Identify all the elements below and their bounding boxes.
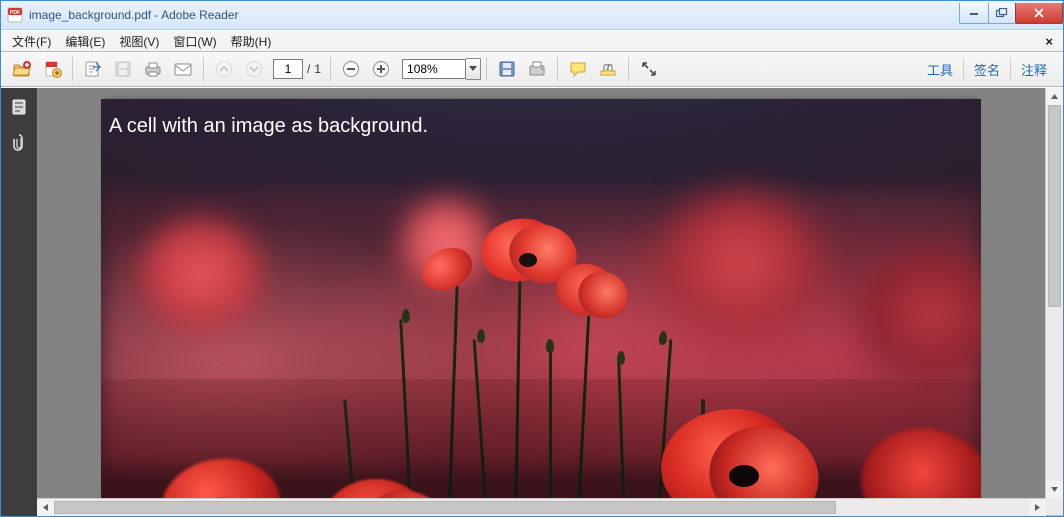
scroll-right-arrow-icon[interactable] [1029, 499, 1046, 516]
scroll-corner [1046, 498, 1063, 515]
nav-sidebar [1, 88, 37, 516]
window-title: image_background.pdf - Adobe Reader [29, 8, 238, 22]
svg-text:T: T [606, 63, 611, 72]
horizontal-scrollbar[interactable] [37, 498, 1046, 516]
menu-edit[interactable]: 编辑(E) [58, 32, 112, 51]
export-button[interactable] [79, 55, 107, 83]
menubar: 文件(F) 编辑(E) 视图(V) 窗口(W) 帮助(H) × [1, 30, 1063, 52]
image-caption: A cell with an image as background. [109, 115, 428, 138]
window-controls [960, 3, 1063, 23]
app-window: PDF image_background.pdf - Adobe Reader … [0, 0, 1064, 517]
menu-help[interactable]: 帮助(H) [224, 32, 279, 51]
zoom-dropdown-button[interactable] [466, 58, 481, 80]
scroll-left-arrow-icon[interactable] [37, 499, 54, 516]
tools-panel-link[interactable]: 工具 [917, 56, 963, 83]
zoom-value: 108% [407, 62, 438, 76]
menu-file[interactable]: 文件(F) [5, 32, 58, 51]
read-mode-button[interactable] [635, 55, 663, 83]
attachments-tab[interactable] [6, 130, 32, 156]
background-image: A cell with an image as background. [101, 99, 981, 498]
titlebar: PDF image_background.pdf - Adobe Reader [1, 1, 1063, 30]
minimize-button[interactable] [959, 3, 989, 24]
page-up-button[interactable] [210, 55, 238, 83]
close-button[interactable] [1015, 3, 1063, 24]
print-button[interactable] [139, 55, 167, 83]
hscroll-track[interactable] [54, 499, 1029, 516]
vscroll-track[interactable] [1046, 105, 1063, 481]
document-viewport[interactable]: A cell with an image as background. [37, 88, 1045, 498]
thumbnails-tab[interactable] [6, 94, 32, 120]
svg-text:PDF: PDF [10, 10, 20, 16]
open-button[interactable] [8, 55, 36, 83]
page-down-button[interactable] [240, 55, 268, 83]
vscroll-thumb[interactable] [1048, 105, 1061, 307]
email-button[interactable] [169, 55, 197, 83]
page-total: 1 [314, 62, 325, 76]
save-copy-button[interactable] [493, 55, 521, 83]
page-number-input[interactable]: 1 [273, 59, 303, 79]
comment-panel-link[interactable]: 注释 [1011, 56, 1057, 83]
page-separator: / [303, 62, 314, 76]
body-area: A cell with an image as background. [1, 87, 1063, 516]
menu-window[interactable]: 窗口(W) [166, 32, 223, 51]
create-pdf-button[interactable] [38, 55, 66, 83]
scan-button[interactable] [523, 55, 551, 83]
sign-panel-link[interactable]: 签名 [964, 56, 1010, 83]
zoom-in-button[interactable] [367, 55, 395, 83]
menu-close-doc-icon[interactable]: × [1039, 34, 1059, 49]
menu-view[interactable]: 视图(V) [112, 32, 166, 51]
hscroll-thumb[interactable] [54, 501, 836, 514]
save-button[interactable] [109, 55, 137, 83]
scroll-up-arrow-icon[interactable] [1046, 88, 1063, 105]
pdf-app-icon: PDF [7, 7, 23, 23]
toolbar: 1 / 1 108% T 工具 签名 注释 [1, 52, 1063, 87]
maximize-button[interactable] [988, 3, 1016, 24]
highlight-button[interactable]: T [594, 55, 622, 83]
scroll-down-arrow-icon[interactable] [1046, 481, 1063, 498]
zoom-input[interactable]: 108% [402, 59, 466, 79]
comment-bubble-button[interactable] [564, 55, 592, 83]
pdf-page: A cell with an image as background. [105, 98, 977, 498]
zoom-out-button[interactable] [337, 55, 365, 83]
vertical-scrollbar[interactable] [1045, 88, 1063, 498]
